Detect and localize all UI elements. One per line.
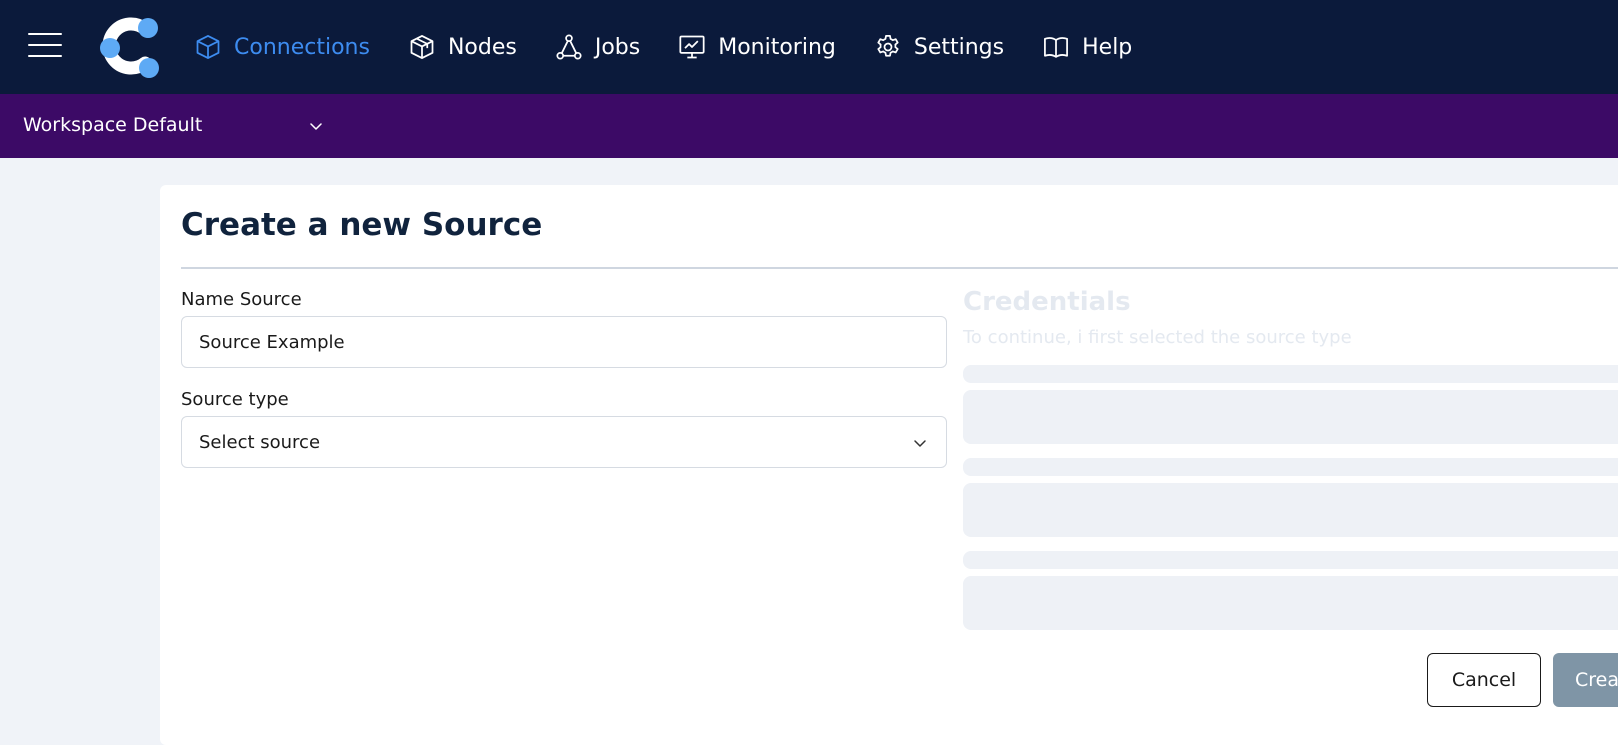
nav-item-help[interactable]: Help [1042, 0, 1132, 94]
create-button[interactable]: Crea [1553, 653, 1618, 707]
cube-icon [196, 35, 220, 59]
top-navigation-bar: Connections Nodes Jobs Monitoring Settin… [0, 0, 1618, 94]
nodes-graph-icon [556, 34, 582, 60]
chevron-down-icon [914, 440, 926, 447]
boxes-icon [410, 35, 434, 59]
gear-icon [877, 35, 899, 57]
skeleton-label [963, 458, 1618, 476]
cancel-button[interactable]: Cancel [1427, 653, 1541, 707]
skeleton-field [963, 390, 1618, 444]
workspace-bar: Workspace Default [0, 94, 1618, 158]
chevron-down-icon [310, 123, 322, 130]
credentials-title: Credentials [963, 287, 1131, 317]
title-divider [181, 267, 1618, 269]
create-source-card: Create a new Source Name Source Source t… [160, 185, 1618, 745]
nav-item-label: Help [1082, 34, 1133, 60]
nav-item-label: Jobs [594, 34, 641, 60]
hamburger-menu-icon[interactable] [28, 30, 62, 60]
main-nav: Connections Nodes Jobs Monitoring Settin… [194, 0, 1170, 94]
skeleton-label [963, 365, 1618, 383]
workspace-selector[interactable]: Workspace Default [0, 94, 340, 158]
nav-item-monitoring[interactable]: Monitoring [678, 0, 836, 94]
nav-item-label: Settings [913, 34, 1005, 60]
skeleton-label [963, 551, 1618, 569]
skeleton-field [963, 576, 1618, 630]
name-source-input[interactable] [181, 316, 947, 368]
app-logo-icon[interactable] [98, 12, 164, 78]
name-source-label: Name Source [181, 289, 302, 310]
source-type-label: Source type [181, 389, 289, 410]
monitor-chart-icon [679, 35, 705, 59]
nav-item-settings[interactable]: Settings [874, 0, 1004, 94]
nav-item-label: Connections [234, 34, 370, 60]
workspace-name: Workspace Default [23, 114, 203, 136]
nav-item-label: Monitoring [718, 34, 836, 60]
nav-item-connections[interactable]: Connections [194, 0, 370, 94]
book-icon [1044, 37, 1069, 58]
credentials-subtitle: To continue, i first selected the source… [963, 327, 1352, 348]
skeleton-field [963, 483, 1618, 537]
nav-item-jobs[interactable]: Jobs [555, 0, 640, 94]
nav-item-nodes[interactable]: Nodes [408, 0, 517, 94]
page-title: Create a new Source [181, 207, 543, 243]
nav-item-label: Nodes [447, 34, 517, 60]
source-type-select[interactable]: Select source [181, 416, 947, 468]
source-type-placeholder: Select source [199, 432, 321, 453]
